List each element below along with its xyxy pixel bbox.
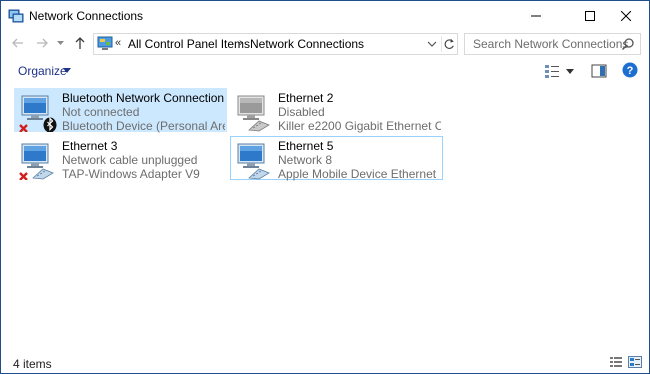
address-overflow[interactable]: « — [115, 37, 121, 49]
search-placeholder: Search Network Connections — [473, 37, 629, 51]
connection-device: Bluetooth Device (Personal Area ... — [62, 119, 225, 133]
network-connections-window: Network Connections « All Control Panel … — [0, 0, 650, 374]
maximize-icon — [585, 10, 595, 21]
ethernet-adapter-icon — [19, 143, 54, 180]
item-count: 4 items — [13, 357, 52, 371]
chevron-down-icon[interactable] — [566, 69, 574, 74]
address-separator[interactable]: › — [239, 37, 243, 49]
address-bar[interactable]: « All Control Panel Items › Network Conn… — [93, 33, 458, 55]
search-icon[interactable] — [621, 37, 635, 51]
connection-name: Bluetooth Network Connection — [62, 91, 225, 105]
change-view-icon[interactable] — [544, 63, 560, 79]
connections-list: Bluetooth Network Connection Not connect… — [1, 85, 649, 351]
chevron-down-icon[interactable] — [426, 38, 438, 50]
chevron-down-icon — [56, 41, 64, 45]
up-button[interactable] — [71, 34, 89, 52]
details-view-icon[interactable] — [610, 357, 622, 367]
list-item[interactable]: Ethernet 3 Network cable unplugged TAP-W… — [14, 136, 227, 181]
connection-name: Ethernet 5 — [278, 139, 334, 153]
refresh-icon[interactable] — [441, 36, 457, 52]
arrow-right-icon — [37, 38, 48, 48]
window-title: Network Connections — [29, 9, 144, 23]
preview-pane-icon[interactable] — [591, 63, 607, 79]
ethernet-adapter-icon — [237, 143, 270, 180]
connection-status: Network 8 — [278, 153, 333, 167]
control-panel-icon — [97, 36, 113, 50]
list-item[interactable]: Ethernet 2 Disabled Killer e2200 Gigabit… — [230, 88, 443, 133]
navigation-bar: « All Control Panel Items › Network Conn… — [1, 31, 649, 57]
recent-locations-button[interactable] — [55, 34, 65, 52]
organize-menu-button[interactable]: Organize — [18, 64, 67, 78]
connection-device: TAP-Windows Adapter V9 — [62, 167, 200, 181]
search-input[interactable]: Search Network Connections — [464, 33, 641, 55]
list-item[interactable]: Bluetooth Network Connection Not connect… — [14, 88, 227, 133]
network-connections-icon — [8, 9, 24, 23]
connection-status: Not connected — [62, 105, 140, 119]
minimize-icon — [531, 15, 541, 16]
connection-device: Apple Mobile Device Ethernet — [278, 167, 437, 181]
back-button[interactable] — [9, 34, 27, 52]
status-bar: 4 items — [1, 351, 649, 373]
bluetooth-adapter-icon — [19, 95, 57, 132]
connection-status: Disabled — [278, 105, 325, 119]
minimize-button[interactable] — [514, 1, 558, 30]
disabled-ethernet-adapter-icon — [237, 95, 270, 132]
arrow-left-icon — [12, 38, 23, 48]
command-bar: Organize ? — [1, 59, 649, 85]
tiles-view-icon[interactable] — [628, 356, 642, 368]
chevron-down-icon[interactable] — [63, 68, 71, 74]
connection-device: Killer e2200 Gigabit Ethernet Cont... — [278, 119, 441, 133]
connection-name: Ethernet 2 — [278, 91, 334, 105]
arrow-up-icon — [75, 37, 85, 49]
close-button[interactable] — [604, 1, 648, 30]
svg-text:?: ? — [627, 65, 634, 77]
connection-status: Network cable unplugged — [62, 153, 198, 167]
list-item[interactable]: Ethernet 5 Network 8 Apple Mobile Device… — [230, 136, 443, 181]
address-segment-network-connections[interactable]: Network Connections — [250, 37, 364, 51]
help-icon[interactable]: ? — [622, 62, 638, 78]
connection-name: Ethernet 3 — [62, 139, 118, 153]
address-segment-control-panel[interactable]: All Control Panel Items — [128, 37, 250, 51]
title-bar[interactable]: Network Connections — [1, 1, 649, 31]
forward-button[interactable] — [33, 34, 51, 52]
close-icon — [621, 10, 631, 21]
